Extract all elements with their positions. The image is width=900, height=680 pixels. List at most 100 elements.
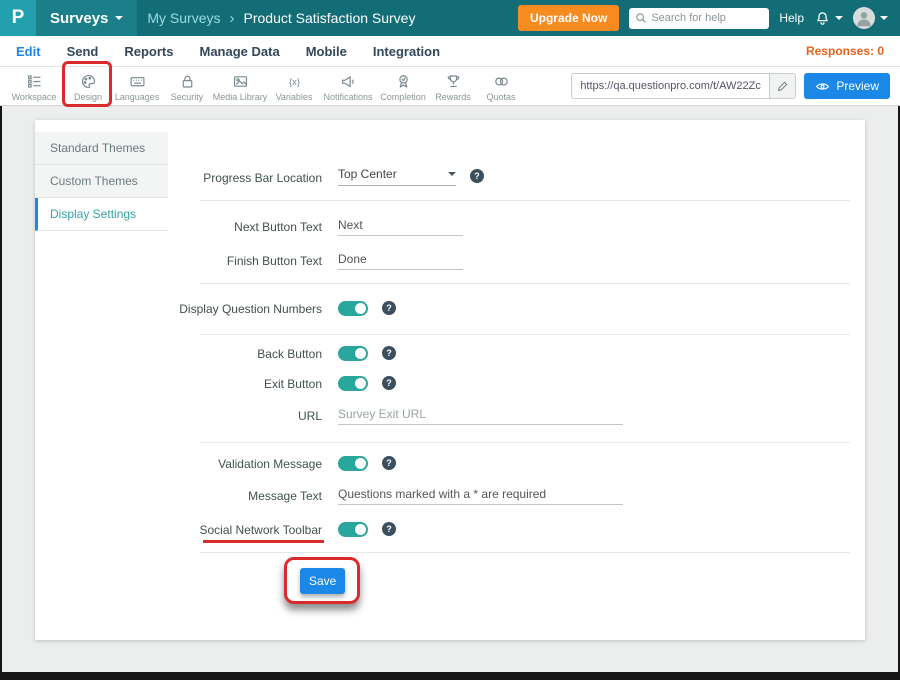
toolbar-item-completion[interactable]: Completion (377, 67, 429, 105)
divider (200, 552, 850, 553)
toolbar-item-label: Media Library (213, 92, 268, 102)
label-finish-button-text: Finish Button Text (122, 253, 322, 269)
exit-url-input[interactable] (338, 406, 623, 425)
control-exit-button: ? (338, 373, 396, 393)
toggle-knob (355, 524, 366, 535)
toggle-knob (355, 303, 366, 314)
validation-message-toggle[interactable] (338, 456, 368, 471)
toolbar-item-quotas[interactable]: Quotas (477, 67, 525, 105)
responses-count[interactable]: Responses: 0 (806, 44, 884, 58)
app-window: P Surveys My Surveys › Product Satisfact… (0, 0, 900, 680)
control-exit-url (338, 405, 623, 425)
tab-manage-data[interactable]: Manage Data (199, 44, 279, 59)
chevron-down-icon (448, 172, 456, 176)
variables-icon: {x} (286, 73, 303, 90)
help-icon[interactable]: ? (382, 376, 396, 390)
toolbar-separator (62, 74, 63, 98)
questionpro-logo[interactable]: P (0, 0, 36, 36)
toolbar-item-notifications[interactable]: Notifications (319, 67, 377, 105)
help-icon[interactable]: ? (470, 169, 484, 183)
tab-integration[interactable]: Integration (373, 44, 440, 59)
bell-icon (814, 10, 831, 27)
toggle-knob (355, 378, 366, 389)
toolbar-item-label: Design (74, 92, 102, 102)
breadcrumb-current-survey: Product Satisfaction Survey (244, 10, 416, 26)
help-search-input[interactable] (651, 12, 763, 24)
tab-reports[interactable]: Reports (124, 44, 173, 59)
progress-bar-location-select[interactable]: Top Center (338, 167, 456, 186)
sidebar-item-standard-themes[interactable]: Standard Themes (35, 132, 168, 165)
breadcrumb: My Surveys › Product Satisfaction Survey (147, 10, 415, 27)
toggle-knob (355, 348, 366, 359)
edit-url-button[interactable] (769, 73, 795, 99)
toolbar-item-variables[interactable]: {x} Variables (269, 67, 319, 105)
window-bottom-edge (0, 672, 900, 680)
avatar (853, 7, 875, 29)
control-next-button-text (338, 216, 463, 236)
display-question-numbers-toggle[interactable] (338, 301, 368, 316)
survey-url-field (571, 73, 796, 99)
search-icon (635, 12, 647, 24)
help-icon[interactable]: ? (382, 301, 396, 315)
chevron-down-icon (880, 16, 888, 20)
help-link[interactable]: Help (779, 11, 804, 25)
divider (200, 334, 850, 335)
social-network-toolbar-toggle[interactable] (338, 522, 368, 537)
survey-url-input[interactable] (572, 80, 769, 92)
back-button-toggle[interactable] (338, 346, 368, 361)
toolbar-item-languages[interactable]: Languages (111, 67, 163, 105)
chevron-down-icon (115, 16, 123, 20)
breadcrumb-separator-icon: › (230, 10, 235, 27)
tab-mobile[interactable]: Mobile (306, 44, 347, 59)
label-validation-message: Validation Message (122, 456, 322, 472)
label-exit-url: URL (122, 408, 322, 424)
progress-bar-location-value: Top Center (338, 167, 397, 181)
toolbar-item-label: Completion (380, 92, 426, 102)
design-icon (80, 73, 97, 90)
toolbar-item-label: Notifications (323, 92, 372, 102)
toolbar-item-label: Rewards (435, 92, 471, 102)
account-menu[interactable] (853, 7, 888, 29)
control-finish-button-text (338, 250, 463, 270)
exit-button-toggle[interactable] (338, 376, 368, 391)
topbar-right: Upgrade Now Help (518, 5, 900, 31)
notifications-menu[interactable] (814, 10, 843, 27)
divider (200, 442, 850, 443)
quotas-icon (493, 73, 510, 90)
control-display-question-numbers: ? (338, 298, 396, 318)
tab-edit[interactable]: Edit (16, 44, 41, 59)
help-icon[interactable]: ? (382, 456, 396, 470)
surveys-product-menu[interactable]: Surveys (36, 0, 137, 36)
finish-button-text-input[interactable] (338, 251, 463, 270)
control-message-text (338, 485, 623, 505)
breadcrumb-my-surveys[interactable]: My Surveys (147, 10, 220, 26)
edit-toolbar: Workspace Design Languages Security Medi… (0, 66, 900, 106)
next-button-text-input[interactable] (338, 217, 463, 236)
save-button[interactable]: Save (300, 568, 345, 594)
pencil-icon (776, 80, 789, 93)
toolbar-item-rewards[interactable]: Rewards (429, 67, 477, 105)
toolbar-item-label: Security (171, 92, 204, 102)
toolbar-item-media-library[interactable]: Media Library (211, 67, 269, 105)
label-display-question-numbers: Display Question Numbers (122, 301, 322, 317)
upgrade-now-button[interactable]: Upgrade Now (518, 5, 619, 31)
preview-button[interactable]: Preview (804, 73, 890, 99)
label-next-button-text: Next Button Text (122, 219, 322, 235)
toggle-knob (355, 458, 366, 469)
help-icon[interactable]: ? (382, 346, 396, 360)
toolbar-item-design[interactable]: Design (65, 67, 111, 105)
divider (200, 283, 850, 284)
toolbar-item-label: Variables (276, 92, 313, 102)
label-back-button: Back Button (122, 346, 322, 362)
toolbar-item-workspace[interactable]: Workspace (8, 67, 60, 105)
help-search[interactable] (629, 8, 769, 29)
tab-send[interactable]: Send (67, 44, 99, 59)
help-icon[interactable]: ? (382, 522, 396, 536)
topbar: P Surveys My Surveys › Product Satisfact… (0, 0, 900, 36)
languages-icon (129, 73, 146, 90)
surveys-menu-label: Surveys (50, 10, 108, 27)
eye-icon (815, 79, 830, 94)
logo-letter: P (12, 7, 25, 29)
toolbar-item-security[interactable]: Security (163, 67, 211, 105)
message-text-input[interactable] (338, 486, 623, 505)
